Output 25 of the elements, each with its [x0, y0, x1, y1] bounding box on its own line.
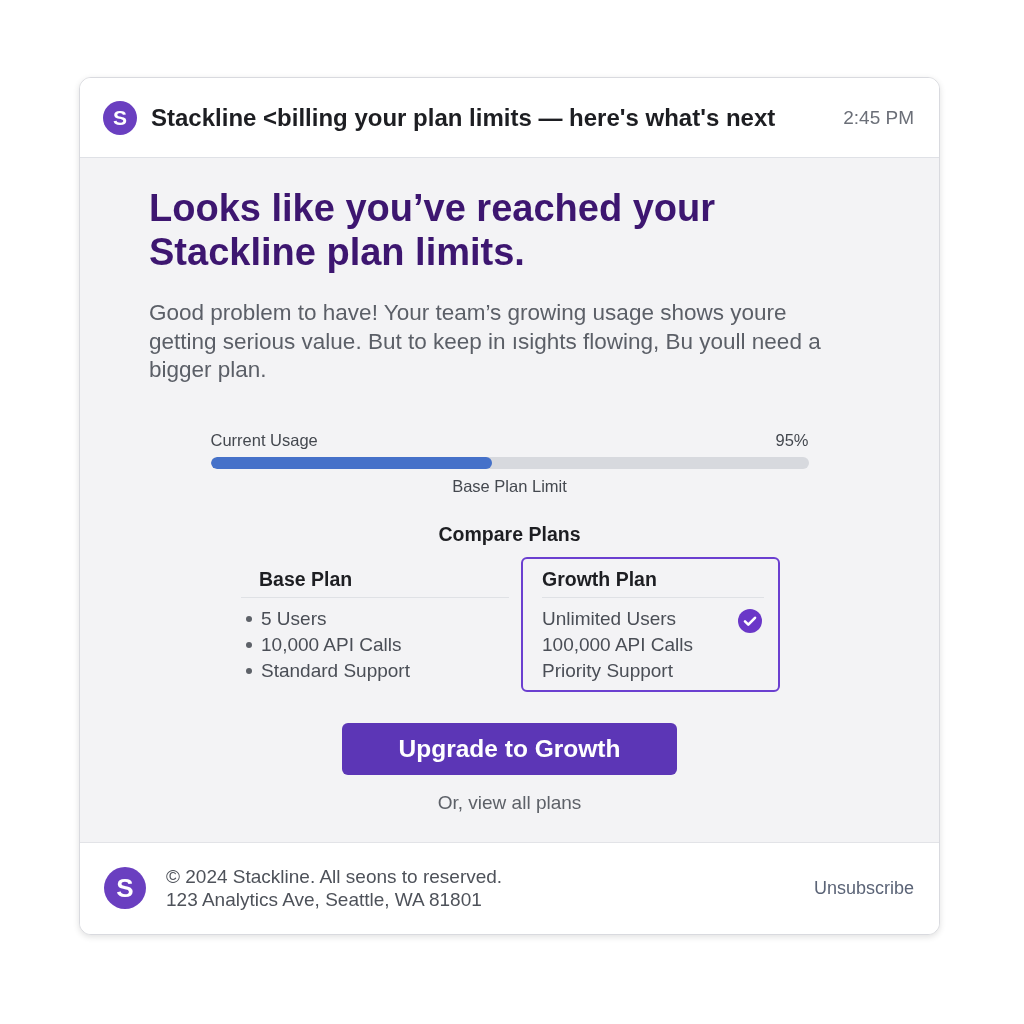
plan-feature: 10,000 API Calls [261, 632, 402, 657]
compare-title: Compare Plans [438, 521, 581, 546]
plan-name: Growth Plan [542, 566, 657, 591]
view-plans-link[interactable]: Or, view all plans [437, 791, 582, 814]
usage-percent: 95% [775, 429, 809, 450]
plan-feature: Standard Support [261, 658, 410, 683]
plan-feature: 5 Users [261, 606, 327, 631]
email-paragraph: Good problem to have! Your team’s growing usage shows youre getting serious value. But to keep in ısights flowing, Bu youll need a bigger plan. [149, 299, 822, 384]
plan-feature: Priority Support [542, 658, 673, 683]
upgrade-button[interactable]: Upgrade to Growth [342, 722, 677, 775]
plan-feature: Unlimited Users [542, 606, 677, 631]
email-heading: Looks like you’ve reached your Stackline plan limits. [149, 186, 716, 274]
plan-feature: 100,000 API Calls [542, 632, 694, 657]
check-icon [738, 608, 762, 633]
plan-card[interactable]: Growth Plan Unlimited Users 100,000 API Calls Priority Support [521, 556, 780, 692]
email-time: 2:45 PM [843, 106, 914, 129]
usage-label: Current Usage [210, 429, 318, 450]
copyright-text: © 2024 Stackline. All seons to reserved. [166, 865, 503, 888]
sender-avatar: S [103, 100, 137, 135]
plan-name: Base Plan [259, 566, 353, 591]
company-address: 123 Analytics Ave, Seattle, WA 81801 [166, 888, 482, 911]
unsubscribe-link[interactable]: Unsubscribe [813, 877, 914, 899]
company-logo: S [104, 867, 146, 909]
limit-label: Base Plan Limit [452, 475, 567, 496]
email-subject: Stackline <billing your plan limits — here's what's next [151, 103, 776, 132]
